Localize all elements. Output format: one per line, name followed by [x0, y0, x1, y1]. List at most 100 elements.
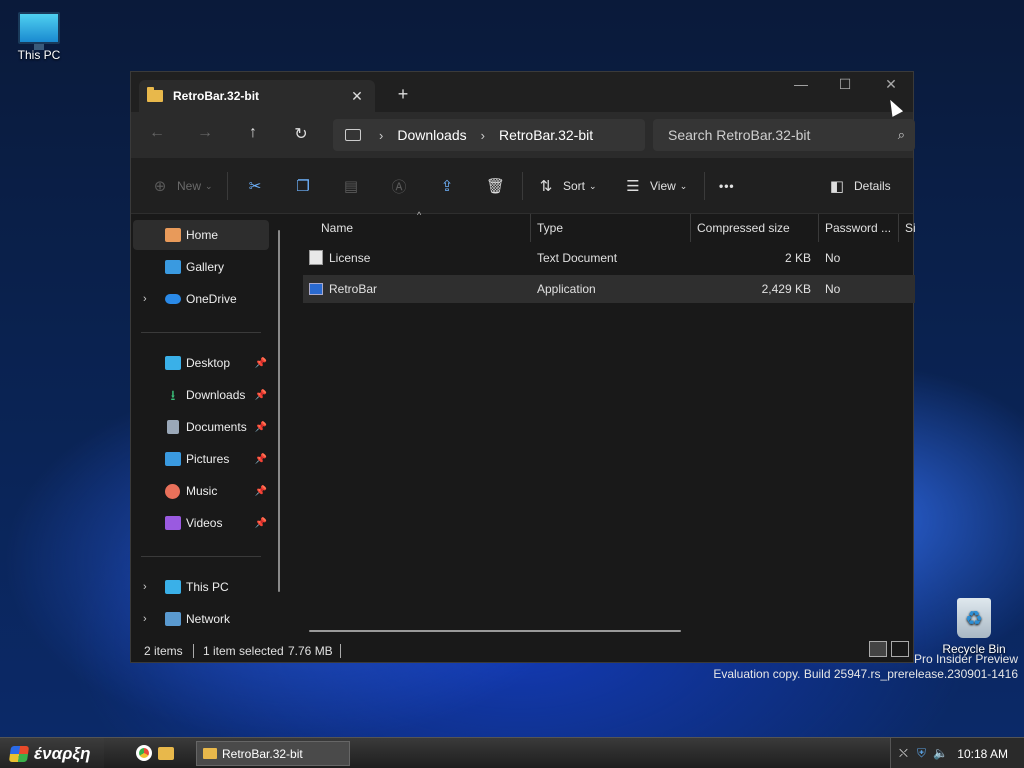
forward-icon[interactable]: →: [193, 124, 217, 142]
file-compressed-size: 2 KB: [784, 251, 811, 265]
tab-retrobar[interactable]: RetroBar.32-bit ✕: [139, 80, 375, 112]
chevron-right-icon[interactable]: ›: [143, 613, 147, 625]
divider: [340, 644, 341, 658]
share-button[interactable]: ⇪: [438, 174, 456, 198]
column-header-compressed-size[interactable]: Compressed size: [691, 214, 819, 242]
chevron-right-icon[interactable]: ›: [143, 293, 147, 305]
breadcrumb-retrobar[interactable]: RetroBar.32-bit: [499, 127, 593, 143]
view-button[interactable]: ☰ View ⌄: [624, 174, 687, 198]
sidebar-item-videos[interactable]: Videos 📌: [133, 508, 269, 538]
computer-icon: [345, 129, 361, 141]
table-row[interactable]: License Text Document 2 KB No: [303, 244, 915, 272]
pin-icon[interactable]: 📌: [255, 390, 267, 401]
clock[interactable]: 10:18 AM: [957, 747, 1008, 761]
music-icon: [165, 483, 180, 499]
new-label: New: [177, 179, 202, 193]
search-input[interactable]: Search RetroBar.32-bit ⌕: [653, 119, 915, 151]
chrome-icon[interactable]: [136, 745, 152, 761]
sidebar-item-label: Videos: [186, 516, 223, 530]
close-button[interactable]: ✕: [871, 76, 911, 93]
sidebar-item-this-pc[interactable]: › This PC: [133, 572, 269, 602]
pin-icon[interactable]: 📌: [255, 454, 267, 465]
rename-button[interactable]: Ⓐ: [390, 174, 408, 198]
sidebar-item-label: Home: [186, 228, 219, 242]
documents-icon: [167, 420, 179, 434]
column-header-type[interactable]: Type: [531, 214, 691, 242]
new-tab-button[interactable]: +: [393, 84, 413, 105]
sidebar-item-label: Music: [186, 484, 218, 498]
sidebar-item-desktop[interactable]: Desktop 📌: [133, 348, 269, 378]
divider: [704, 172, 705, 200]
maximize-button[interactable]: ☐: [825, 76, 865, 93]
file-explorer-icon[interactable]: [158, 747, 174, 760]
sort-button[interactable]: ⇅ Sort ⌄: [537, 174, 597, 198]
new-button[interactable]: ⊕ New ⌄: [151, 174, 213, 198]
file-name: RetroBar: [329, 282, 378, 296]
column-header-size[interactable]: Si: [899, 214, 915, 242]
delete-button[interactable]: 🗑: [486, 174, 506, 198]
details-button[interactable]: ◧ Details: [828, 174, 891, 198]
chevron-right-icon[interactable]: ›: [143, 581, 147, 593]
application-icon: [309, 283, 323, 295]
desktop-icon-label: This PC: [17, 48, 61, 62]
pin-icon[interactable]: 📌: [255, 486, 267, 497]
sidebar-item-music[interactable]: Music 📌: [133, 476, 269, 506]
file-name: License: [329, 251, 371, 265]
download-icon: ⭳: [170, 387, 176, 403]
file-list: ^ Name Type Compressed size Password ...…: [291, 210, 915, 632]
up-icon[interactable]: ↑: [241, 124, 265, 142]
file-password: No: [825, 251, 841, 265]
large-icons-view-icon[interactable]: [891, 641, 909, 657]
sidebar-item-pictures[interactable]: Pictures 📌: [133, 444, 269, 474]
taskbar-item-retrobar[interactable]: RetroBar.32-bit: [196, 741, 350, 766]
column-header-name[interactable]: Name: [315, 214, 531, 242]
breadcrumb-downloads[interactable]: Downloads: [397, 127, 466, 143]
selection-count: 1 item selected: [203, 644, 284, 658]
pin-icon[interactable]: 📌: [255, 518, 267, 529]
recycle-bin-icon: [957, 598, 991, 638]
refresh-icon[interactable]: ↻: [289, 124, 313, 144]
back-icon[interactable]: ←: [145, 124, 169, 142]
table-row[interactable]: RetroBar Application 2,429 KB No: [303, 275, 915, 303]
system-tray: ⛌ ⛨ 🔈 10:18 AM: [890, 738, 1024, 768]
details-view-icon[interactable]: [869, 641, 887, 657]
sidebar-item-network[interactable]: › Network: [133, 604, 269, 634]
cut-button[interactable]: ✂: [246, 174, 264, 198]
pin-icon[interactable]: 📌: [255, 422, 267, 433]
desktop-icon-recycle-bin[interactable]: Recycle Bin: [939, 598, 1009, 656]
trash-icon: 🗑: [486, 178, 506, 195]
search-placeholder: Search RetroBar.32-bit: [668, 127, 811, 143]
details-label: Details: [854, 179, 891, 193]
column-header-password[interactable]: Password ...: [819, 214, 899, 242]
sidebar-item-documents[interactable]: Documents 📌: [133, 412, 269, 442]
taskbar-item-label: RetroBar.32-bit: [222, 746, 303, 761]
horizontal-scrollbar[interactable]: [309, 630, 681, 632]
desktop-icon-this-pc[interactable]: This PC: [4, 12, 74, 62]
volume-muted-icon[interactable]: 🔈: [933, 746, 948, 760]
more-options-button[interactable]: •••: [719, 174, 735, 198]
watermark-line2: Evaluation copy. Build 25947.rs_prerelea…: [713, 667, 1018, 681]
sidebar-scrollbar[interactable]: [278, 230, 280, 592]
scissors-icon: ✂: [248, 178, 262, 195]
chevron-down-icon: ⌄: [589, 180, 597, 191]
cloud-icon: [165, 294, 181, 304]
pin-icon[interactable]: 📌: [255, 358, 267, 369]
start-button[interactable]: έναρξη: [0, 738, 104, 768]
close-tab-icon[interactable]: ✕: [347, 88, 367, 105]
selection-size: 7.76 MB: [288, 644, 333, 658]
folder-icon: [147, 87, 163, 102]
sidebar-item-gallery[interactable]: Gallery: [133, 252, 269, 282]
home-icon: [165, 228, 181, 242]
minimize-button[interactable]: —: [781, 76, 821, 92]
divider: [141, 556, 261, 557]
copy-button[interactable]: ❐: [294, 174, 312, 198]
item-count: 2 items: [144, 644, 183, 658]
videos-icon: [165, 516, 181, 530]
shield-icon[interactable]: ⛨: [917, 746, 926, 761]
sidebar-item-home[interactable]: Home: [133, 220, 269, 250]
sidebar-item-onedrive[interactable]: › OneDrive: [133, 284, 269, 314]
sidebar-item-downloads[interactable]: ⭳ Downloads 📌: [133, 380, 269, 410]
paste-button[interactable]: ▤: [342, 174, 360, 198]
network-disconnected-icon[interactable]: ⛌: [899, 746, 908, 761]
address-bar[interactable]: › Downloads › RetroBar.32-bit: [333, 119, 645, 151]
